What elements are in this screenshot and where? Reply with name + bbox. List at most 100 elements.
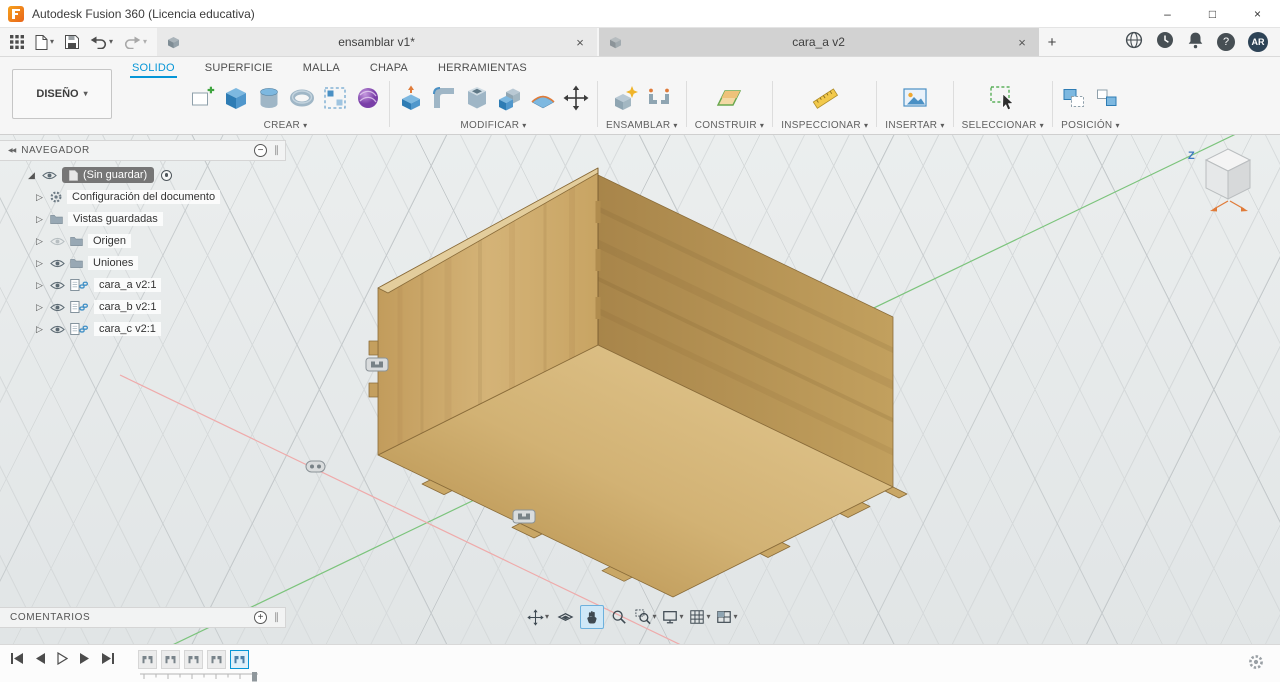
measure-tool[interactable] (810, 85, 840, 111)
shell-tool[interactable] (464, 85, 490, 111)
close-button[interactable]: × (1235, 0, 1280, 28)
move-copy-tool[interactable] (563, 85, 589, 111)
revert-position-tool[interactable] (1094, 85, 1120, 111)
collapse-panel-icon[interactable]: ◀◀ (8, 147, 16, 154)
expand-arrow-icon[interactable]: ▷ (36, 258, 50, 269)
tab-cara-a-v2[interactable]: cara_a v2 × (599, 28, 1040, 56)
collapse-all-button[interactable]: − (254, 144, 267, 157)
tree-item-root[interactable]: ◢ (Sin guardar) (0, 164, 286, 186)
viewports-tool[interactable]: ▾ (715, 605, 739, 629)
display-settings-tool[interactable]: ▾ (661, 605, 685, 629)
pan-tool[interactable] (580, 605, 604, 629)
tab-chapa[interactable]: CHAPA (368, 59, 410, 78)
tree-item-named-views[interactable]: ▷ Vistas guardadas (0, 208, 286, 230)
tree-item-label[interactable]: Configuración del documento (67, 190, 221, 204)
group-label-seleccionar[interactable]: SELECCIONAR ▾ (962, 120, 1044, 131)
offset-face-tool[interactable] (530, 85, 556, 111)
torus-tool[interactable] (289, 85, 315, 111)
joint-indicator[interactable] (305, 460, 326, 473)
tree-item-label[interactable]: cara_c v2:1 (94, 322, 161, 336)
timeline-scrubber[interactable] (140, 672, 265, 682)
select-tool[interactable] (989, 85, 1016, 112)
step-forward-button[interactable] (79, 652, 90, 665)
pattern-tool[interactable] (322, 85, 348, 111)
eye-off-icon[interactable] (50, 236, 65, 247)
tree-item-cara-a[interactable]: ▷ cara_a v2:1 (0, 274, 286, 296)
tree-item-label[interactable]: Uniones (88, 256, 139, 270)
fit-tool[interactable] (553, 605, 577, 629)
capture-position-tool[interactable] (1061, 85, 1087, 111)
group-label-ensamblar[interactable]: ENSAMBLAR ▾ (606, 120, 678, 131)
comments-header[interactable]: COMENTARIOS + ∥ (0, 607, 286, 628)
insert-image-tool[interactable] (902, 85, 928, 111)
timeline-feature-joint[interactable] (161, 650, 180, 669)
navigator-header[interactable]: ◀◀ NAVEGADOR − ∥ (0, 140, 286, 161)
coil-tool[interactable] (355, 85, 381, 111)
go-to-end-button[interactable] (101, 652, 115, 665)
maximize-button[interactable]: □ (1190, 0, 1235, 28)
timeline-feature-joint[interactable] (184, 650, 203, 669)
orbit-tool[interactable]: ▾ (526, 605, 550, 629)
tree-item-label[interactable]: Vistas guardadas (68, 212, 163, 226)
tree-item-label[interactable]: cara_a v2:1 (94, 278, 162, 292)
group-label-insertar[interactable]: INSERTAR ▾ (885, 120, 944, 131)
group-label-modificar[interactable]: MODIFICAR ▾ (460, 120, 526, 131)
activate-component-radio[interactable] (161, 169, 173, 181)
group-label-construir[interactable]: CONSTRUIR ▾ (695, 120, 764, 131)
tab-ensamblar-v1[interactable]: ensamblar v1* × (157, 28, 598, 56)
zoom-window-tool[interactable]: ▾ (634, 605, 658, 629)
app-grid-button[interactable] (10, 35, 24, 49)
joint-indicator[interactable] (365, 357, 389, 372)
3d-viewport[interactable]: Z ◀◀ NAVEGADOR − ∥ ◢ (Sin guardar) ▷ Con… (0, 135, 1280, 644)
timeline-feature-joint[interactable] (138, 650, 157, 669)
job-status-button[interactable] (1156, 31, 1174, 54)
expand-arrow-icon[interactable]: ◢ (28, 170, 42, 181)
eye-icon[interactable] (50, 324, 65, 335)
expand-arrow-icon[interactable]: ▷ (36, 302, 50, 313)
go-to-start-button[interactable] (10, 652, 24, 665)
tree-item-label[interactable]: cara_b v2:1 (94, 300, 162, 314)
workspace-selector[interactable]: DISEÑO ▾ (12, 69, 112, 119)
wood-panel-assembly[interactable] (340, 135, 920, 644)
root-document-pill[interactable]: (Sin guardar) (62, 167, 155, 183)
panel-resize-grip[interactable]: ∥ (274, 145, 279, 156)
joint-tool[interactable] (646, 85, 672, 111)
expand-comments-button[interactable]: + (254, 611, 267, 624)
tab-solido[interactable]: SOLIDO (130, 59, 177, 78)
combine-tool[interactable] (497, 85, 523, 111)
group-label-posicion[interactable]: POSICIÓN ▾ (1061, 120, 1120, 131)
construction-plane-tool[interactable] (716, 85, 742, 111)
view-cube[interactable]: Z (1184, 143, 1266, 217)
tab-close-button[interactable]: × (1015, 35, 1029, 50)
eye-icon[interactable] (50, 258, 65, 269)
grid-and-snaps-tool[interactable]: ▾ (688, 605, 712, 629)
cylinder-tool[interactable] (256, 85, 282, 111)
joint-indicator[interactable] (512, 509, 536, 524)
tab-malla[interactable]: MALLA (301, 59, 342, 78)
tree-item-cara-b[interactable]: ▷ cara_b v2:1 (0, 296, 286, 318)
tab-herramientas[interactable]: HERRAMIENTAS (436, 59, 529, 78)
expand-arrow-icon[interactable]: ▷ (36, 280, 50, 291)
expand-arrow-icon[interactable]: ▷ (36, 192, 50, 203)
tree-item-origin[interactable]: ▷ Origen (0, 230, 286, 252)
expand-arrow-icon[interactable]: ▷ (36, 324, 50, 335)
eye-icon[interactable] (50, 302, 65, 313)
timeline-feature-joint[interactable] (207, 650, 226, 669)
create-sketch-tool[interactable] (190, 85, 216, 111)
press-pull-tool[interactable] (398, 85, 424, 111)
redo-button[interactable]: ▾ (124, 35, 147, 49)
minimize-button[interactable]: – (1145, 0, 1190, 28)
tree-item-document-settings[interactable]: ▷ Configuración del documento (0, 186, 286, 208)
panel-resize-grip[interactable]: ∥ (274, 612, 279, 623)
tree-item-joints[interactable]: ▷ Uniones (0, 252, 286, 274)
extensions-button[interactable] (1125, 31, 1143, 54)
box-tool[interactable] (223, 85, 249, 111)
timeline-feature-joint-selected[interactable] (230, 650, 249, 669)
expand-arrow-icon[interactable]: ▷ (36, 214, 50, 225)
tree-item-cara-c[interactable]: ▷ cara_c v2:1 (0, 318, 286, 340)
account-avatar[interactable]: AR (1248, 32, 1268, 52)
notifications-button[interactable] (1187, 31, 1204, 54)
save-button[interactable] (65, 35, 80, 49)
file-menu-button[interactable]: ▾ (35, 34, 54, 50)
group-label-inspeccionar[interactable]: INSPECCIONAR ▾ (781, 120, 868, 131)
